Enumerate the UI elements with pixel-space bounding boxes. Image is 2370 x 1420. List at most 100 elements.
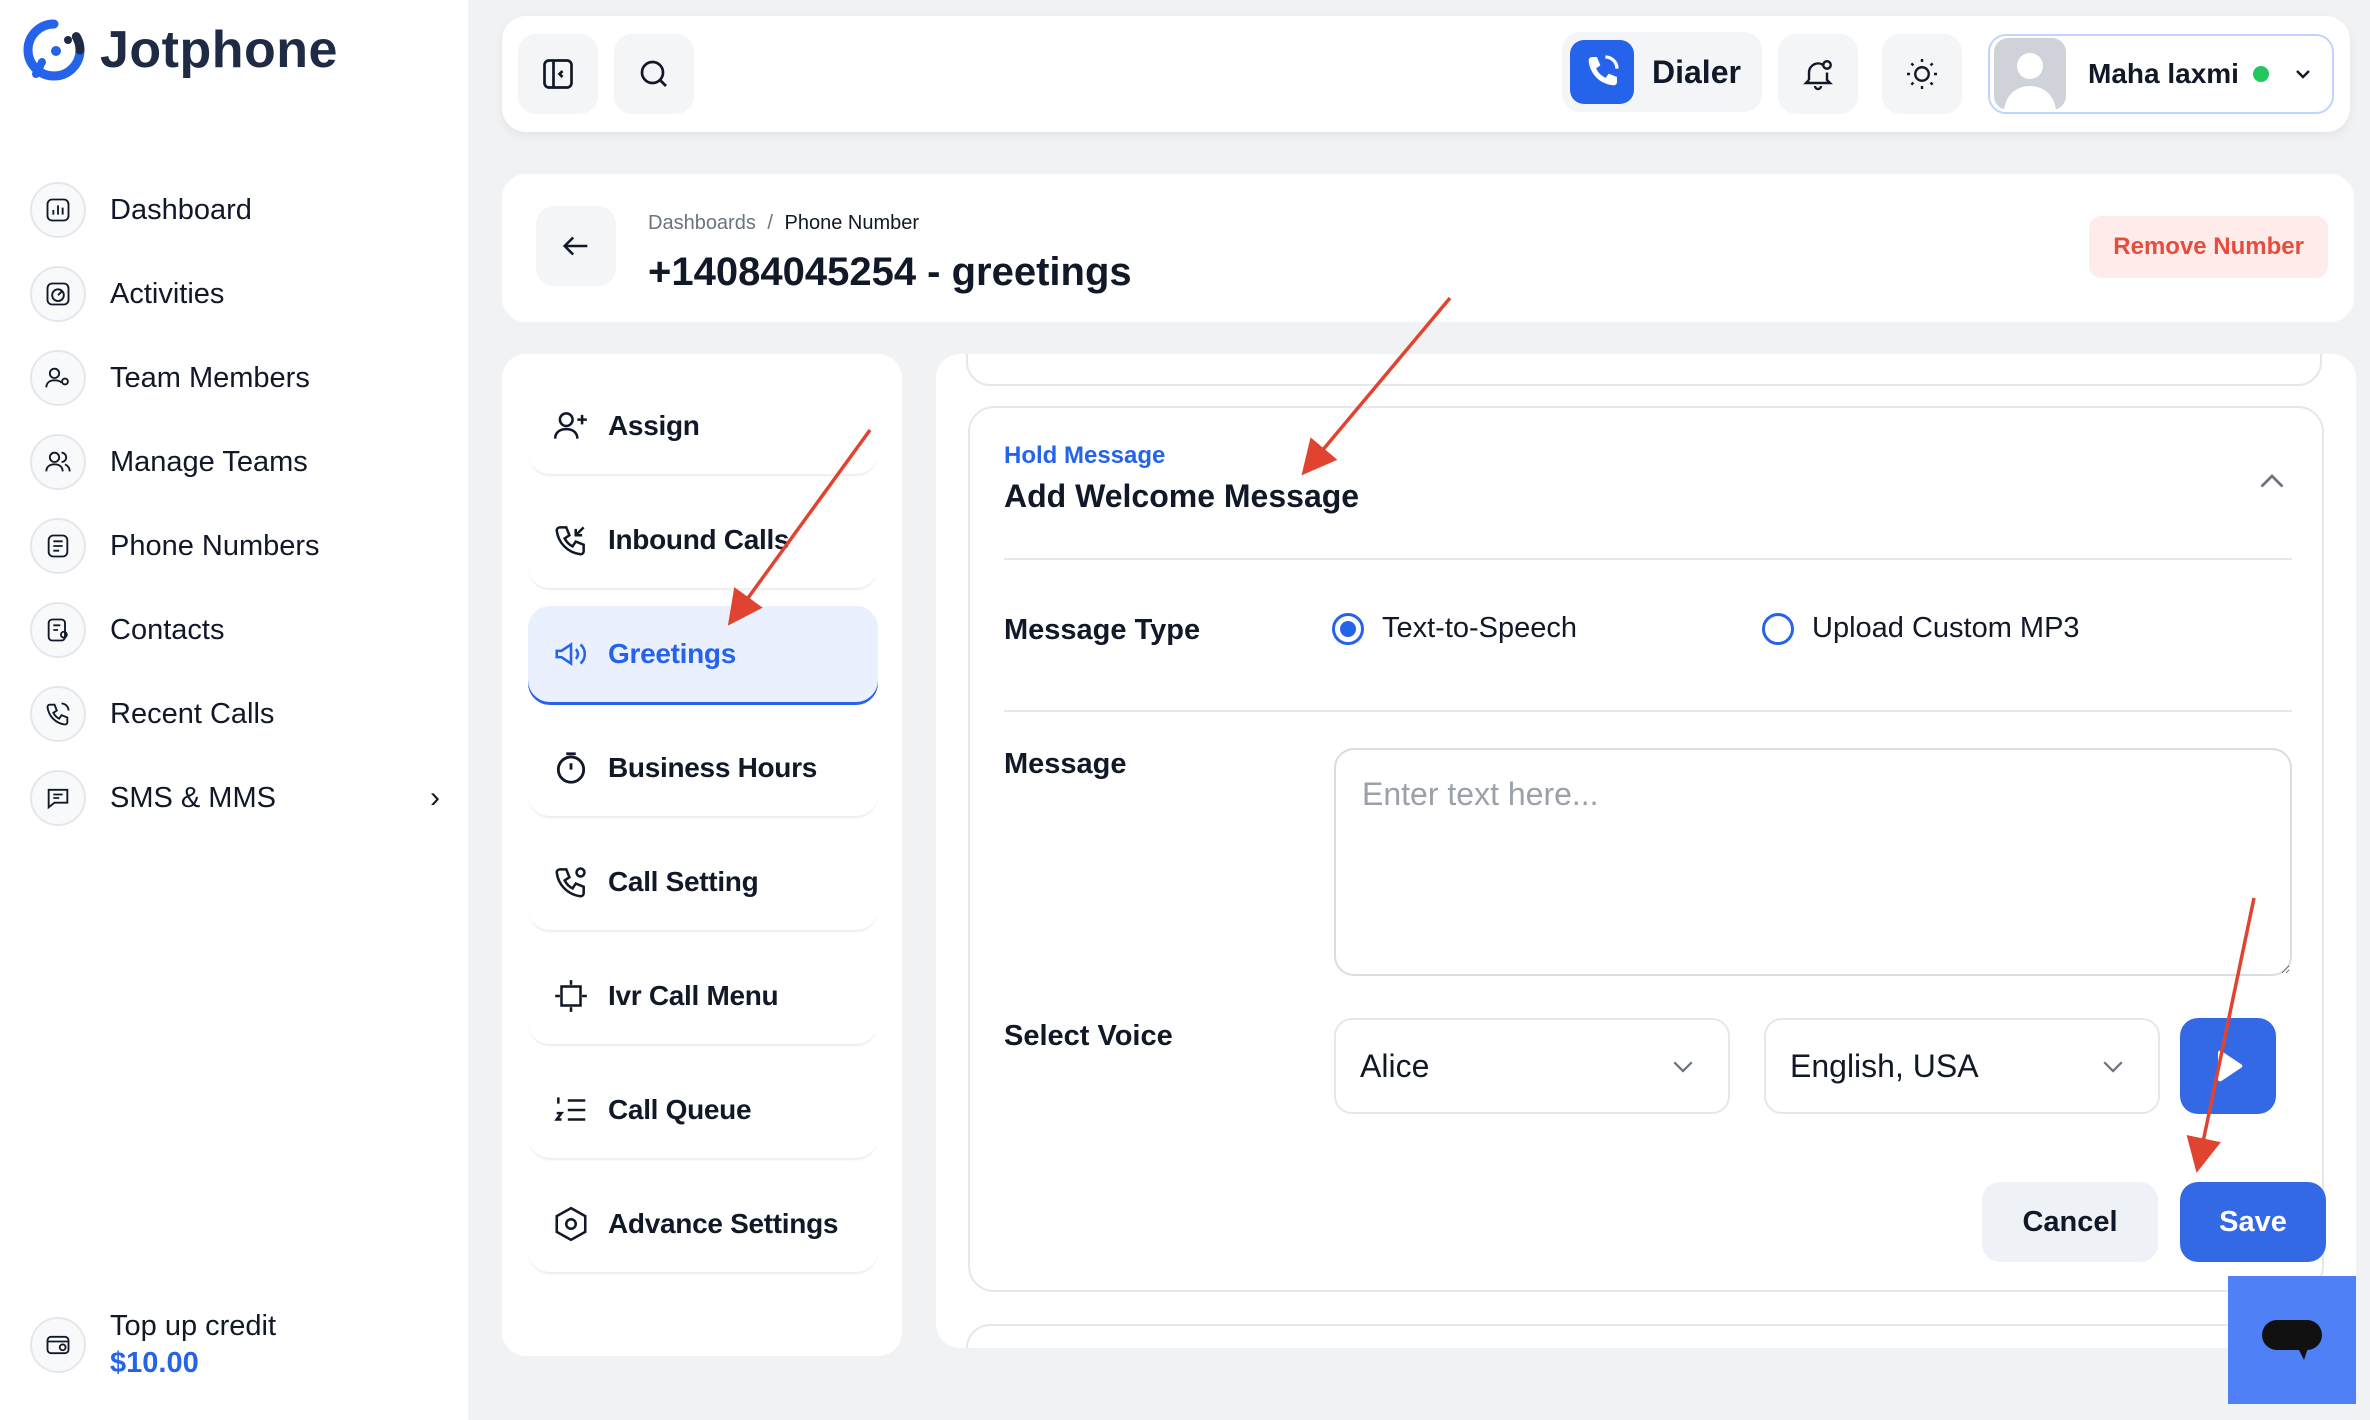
menu-item-greetings[interactable]: Greetings xyxy=(528,606,878,702)
breadcrumb-root[interactable]: Dashboards xyxy=(648,212,756,234)
dialer-label: Dialer xyxy=(1652,53,1741,90)
topup-label: Top up credit xyxy=(110,1310,277,1342)
sidebar-item-label: Manage Teams xyxy=(110,445,308,478)
notifications-button[interactable] xyxy=(1778,34,1858,114)
phone-settings-icon xyxy=(555,867,586,898)
chat-icon xyxy=(2262,1320,2322,1360)
section-title: Add Welcome Message xyxy=(1004,478,1360,514)
message-input[interactable] xyxy=(1334,748,2292,976)
voice-select-value: Alice xyxy=(1360,1047,1430,1084)
frame-icon xyxy=(555,980,587,1012)
sidebar-item-activities[interactable]: Activities xyxy=(30,252,440,336)
phone-history-icon xyxy=(30,686,86,742)
sidebar-item-recent-calls[interactable]: Recent Calls xyxy=(30,672,440,756)
sidebar-item-dashboard[interactable]: Dashboard xyxy=(30,168,440,252)
menu-item-advance-settings[interactable]: Advance Settings xyxy=(528,1176,878,1272)
chevron-right-icon[interactable]: › xyxy=(430,781,440,815)
dialer-button[interactable]: Dialer xyxy=(1562,32,1762,112)
menu-item-ivr-call-menu[interactable]: Ivr Call Menu xyxy=(528,948,878,1044)
menu-item-label: Assign xyxy=(608,410,700,441)
sidebar-nav: Dashboard Activities Team Members Manage… xyxy=(30,168,440,840)
voice-select[interactable]: Alice xyxy=(1334,1018,1730,1114)
sidebar-item-phone-numbers[interactable]: Phone Numbers xyxy=(30,504,440,588)
phone-icon xyxy=(1570,40,1634,104)
hexagon-settings-icon xyxy=(555,1206,587,1242)
users-icon xyxy=(30,434,86,490)
play-preview-button[interactable] xyxy=(2180,1018,2276,1114)
menu-item-label: Call Setting xyxy=(608,866,759,897)
sidebar-item-label: Contacts xyxy=(110,613,225,646)
sidebar-item-sms-mms[interactable]: SMS & MMS › xyxy=(30,756,440,840)
save-button[interactable]: Save xyxy=(2180,1182,2326,1262)
chevron-up-icon[interactable] xyxy=(2254,464,2290,500)
sidebar-item-manage-teams[interactable]: Manage Teams xyxy=(30,420,440,504)
menu-item-call-queue[interactable]: Call Queue xyxy=(528,1062,878,1158)
section-divider xyxy=(1004,558,2292,560)
menu-item-assign[interactable]: Assign xyxy=(528,378,878,474)
message-label: Message xyxy=(1004,748,1127,780)
sidebar-item-label: Dashboard xyxy=(110,193,252,226)
message-icon xyxy=(30,770,86,826)
search-icon xyxy=(640,60,667,87)
topup-amount: $10.00 xyxy=(110,1347,199,1379)
page-header: Dashboards / Phone Number +14084045254 -… xyxy=(502,174,2354,322)
sidebar-item-label: Phone Numbers xyxy=(110,529,320,562)
bell-icon xyxy=(1803,60,1833,91)
sun-icon xyxy=(1907,59,1937,89)
menu-item-business-hours[interactable]: Business Hours xyxy=(528,720,878,816)
numbered-list-icon xyxy=(554,1097,586,1121)
theme-toggle-button[interactable] xyxy=(1882,34,1962,114)
language-select-value: English, USA xyxy=(1790,1047,1979,1084)
back-button[interactable] xyxy=(536,206,616,286)
radio-label: Upload Custom MP3 xyxy=(1812,612,2080,644)
sidebar: Jotphone Dashboard Activities Team Membe… xyxy=(0,0,468,1420)
topup-credit[interactable]: Top up credit $10.00 xyxy=(30,1310,276,1380)
brand-logo[interactable]: Jotphone xyxy=(22,18,338,82)
radio-text-to-speech[interactable]: Text-to-Speech xyxy=(1332,612,1577,645)
page-title: +14084045254 - greetings xyxy=(648,250,1132,294)
user-plus-icon xyxy=(553,412,587,439)
settings-menu: Assign Inbound Calls Greetings Business … xyxy=(502,354,902,1356)
user-name: Maha laxmi xyxy=(2088,58,2239,89)
chevron-down-icon xyxy=(1673,1061,1693,1073)
avatar xyxy=(1994,38,2066,110)
sidebar-item-contacts[interactable]: Contacts xyxy=(30,588,440,672)
select-voice-label: Select Voice xyxy=(1004,1020,1173,1052)
sidebar-item-team-members[interactable]: Team Members xyxy=(30,336,440,420)
logo-icon xyxy=(23,19,85,81)
sidebar-toggle-icon xyxy=(543,59,573,89)
language-select[interactable]: English, USA xyxy=(1764,1018,2160,1114)
sidebar-item-label: SMS & MMS xyxy=(110,781,276,814)
sidebar-item-label: Recent Calls xyxy=(110,697,275,730)
menu-item-label: Ivr Call Menu xyxy=(608,980,779,1011)
menu-item-call-setting[interactable]: Call Setting xyxy=(528,834,878,930)
arrow-left-icon xyxy=(562,236,588,256)
previous-section-card xyxy=(966,354,2322,386)
search-button[interactable] xyxy=(614,34,694,114)
phone-list-icon xyxy=(30,518,86,574)
radio-unselected-indicator xyxy=(1762,612,1794,645)
top-bar: Dialer Maha laxmi xyxy=(502,16,2350,132)
menu-item-label: Call Queue xyxy=(608,1094,752,1125)
greetings-content: Hold Message Add Welcome Message Message… xyxy=(936,354,2356,1348)
hold-message-section: Hold Message Add Welcome Message Message… xyxy=(968,406,2326,1292)
section-subtitle: Hold Message xyxy=(1004,442,1166,469)
collapse-sidebar-button[interactable] xyxy=(518,34,598,114)
remove-number-button[interactable]: Remove Number xyxy=(2089,216,2328,278)
play-icon xyxy=(2218,1050,2243,1082)
contact-card-icon xyxy=(30,602,86,658)
breadcrumb-current: Phone Number xyxy=(784,212,920,234)
megaphone-icon xyxy=(555,642,587,666)
next-section-card xyxy=(966,1324,2322,1348)
menu-item-inbound-calls[interactable]: Inbound Calls xyxy=(528,492,878,588)
chat-widget-button[interactable] xyxy=(2228,1276,2356,1404)
radio-selected-indicator xyxy=(1332,612,1364,645)
timer-icon xyxy=(556,752,586,784)
radio-upload-custom-mp3[interactable]: Upload Custom MP3 xyxy=(1762,612,2080,645)
online-status-indicator xyxy=(2252,66,2269,82)
user-menu[interactable]: Maha laxmi xyxy=(1988,34,2334,114)
menu-item-label: Greetings xyxy=(608,638,737,669)
menu-item-label: Business Hours xyxy=(608,752,817,783)
menu-item-label: Inbound Calls xyxy=(608,524,790,555)
cancel-button[interactable]: Cancel xyxy=(1982,1182,2158,1262)
